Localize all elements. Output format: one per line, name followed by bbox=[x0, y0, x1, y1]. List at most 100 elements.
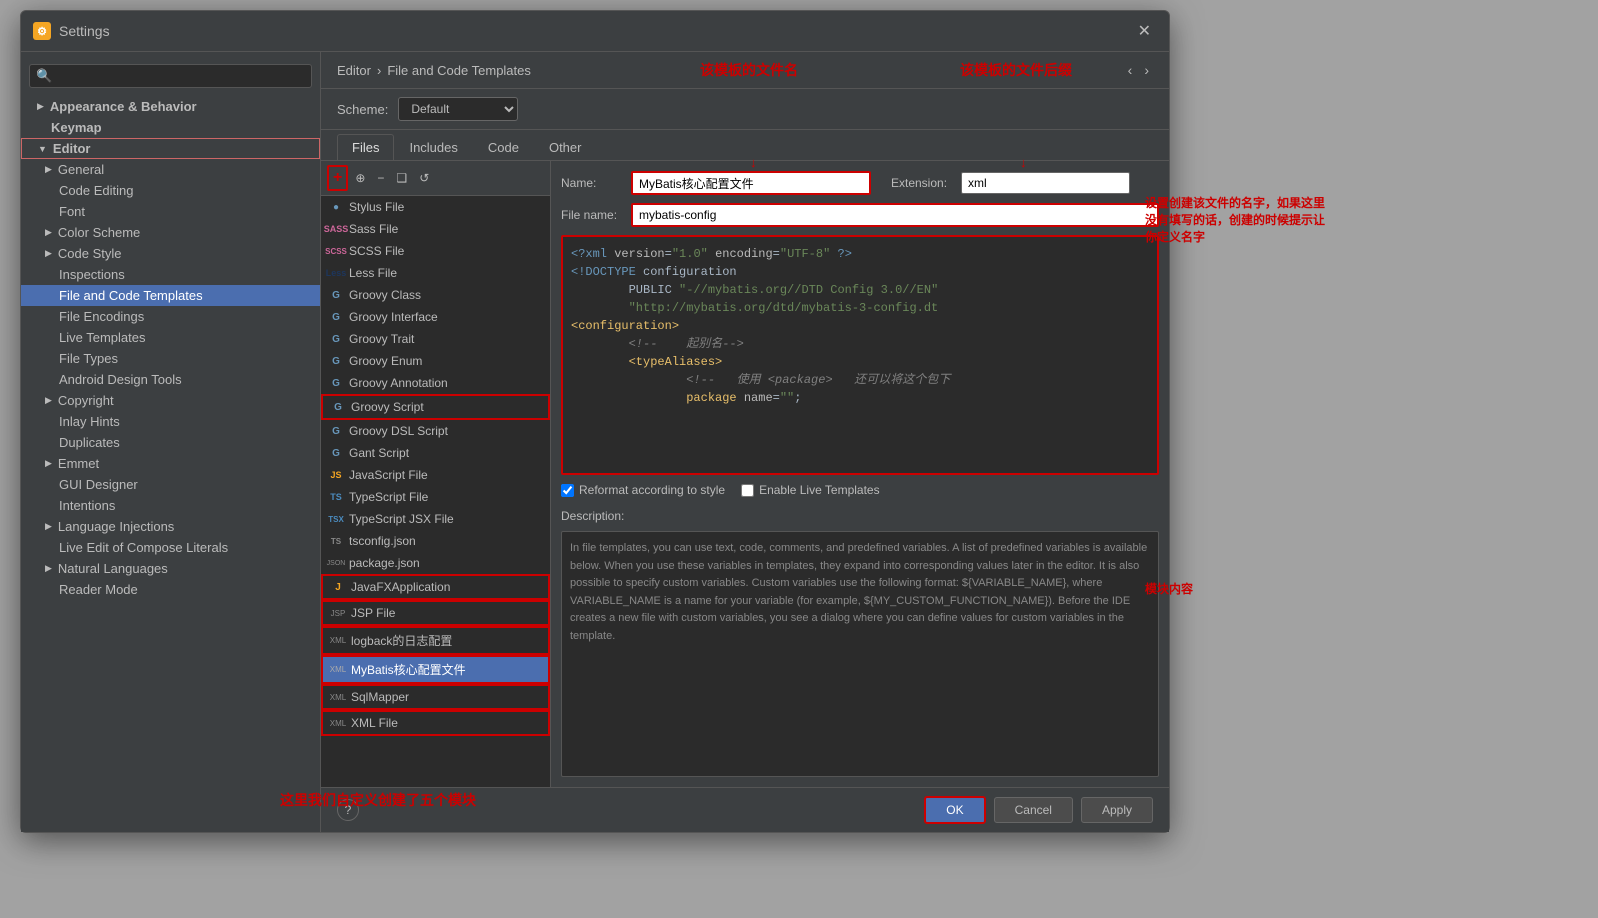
main-panel: Editor › File and Code Templates ‹ › Sch… bbox=[321, 52, 1169, 832]
file-item-typescript-jsx[interactable]: TSX TypeScript JSX File bbox=[321, 508, 550, 530]
cancel-button[interactable]: Cancel bbox=[994, 797, 1073, 823]
sidebar-item-reader-mode[interactable]: Reader Mode bbox=[21, 579, 320, 600]
sidebar-item-general[interactable]: ▶ General bbox=[21, 159, 320, 180]
sidebar-item-gui-designer[interactable]: GUI Designer bbox=[21, 474, 320, 495]
sidebar-item-code-style[interactable]: ▶ Code Style bbox=[21, 243, 320, 264]
file-item-groovy-script[interactable]: G Groovy Script bbox=[321, 394, 550, 420]
sidebar-item-label: Editor bbox=[53, 141, 91, 156]
file-name-groovy-enum: Groovy Enum bbox=[349, 354, 422, 368]
name-input[interactable] bbox=[631, 171, 871, 195]
file-item-gant[interactable]: G Gant Script bbox=[321, 442, 550, 464]
live-templates-checkbox[interactable] bbox=[741, 484, 754, 497]
file-item-groovy-enum[interactable]: G Groovy Enum bbox=[321, 350, 550, 372]
live-templates-label[interactable]: Enable Live Templates bbox=[741, 483, 880, 497]
sidebar-item-inspections[interactable]: Inspections bbox=[21, 264, 320, 285]
reformat-checkbox[interactable] bbox=[561, 484, 574, 497]
file-icon-javascript: JS bbox=[329, 468, 343, 482]
sidebar-item-inlay-hints[interactable]: Inlay Hints bbox=[21, 411, 320, 432]
file-item-typescript[interactable]: TS TypeScript File bbox=[321, 486, 550, 508]
file-item-javascript[interactable]: JS JavaScript File bbox=[321, 464, 550, 486]
file-name-jsp: JSP File bbox=[351, 606, 395, 620]
remove-template-button[interactable]: − bbox=[372, 165, 389, 191]
sidebar-item-android-design[interactable]: Android Design Tools bbox=[21, 369, 320, 390]
sidebar-item-duplicates[interactable]: Duplicates bbox=[21, 432, 320, 453]
file-item-groovy-dsl[interactable]: G Groovy DSL Script bbox=[321, 420, 550, 442]
file-item-logback[interactable]: XML logback的日志配置 bbox=[321, 626, 550, 655]
file-item-xml[interactable]: XML XML File bbox=[321, 710, 550, 736]
file-item-sass[interactable]: SASS Sass File bbox=[321, 218, 550, 240]
search-icon: 🔍 bbox=[36, 68, 52, 84]
tab-other[interactable]: Other bbox=[534, 134, 597, 160]
file-icon-logback: XML bbox=[331, 634, 345, 648]
sidebar-item-live-edit[interactable]: Live Edit of Compose Literals bbox=[21, 537, 320, 558]
file-item-groovy-trait[interactable]: G Groovy Trait bbox=[321, 328, 550, 350]
sidebar-item-file-encodings[interactable]: File Encodings bbox=[21, 306, 320, 327]
search-box[interactable]: 🔍 bbox=[29, 64, 312, 88]
file-item-tsconfig[interactable]: TS tsconfig.json bbox=[321, 530, 550, 552]
tab-includes[interactable]: Includes bbox=[394, 134, 472, 160]
scheme-row: Scheme: Default Project bbox=[321, 89, 1169, 130]
sidebar-item-keymap[interactable]: Keymap bbox=[21, 117, 320, 138]
file-item-package-json[interactable]: JSON package.json bbox=[321, 552, 550, 574]
sidebar-item-intentions[interactable]: Intentions bbox=[21, 495, 320, 516]
tab-files[interactable]: Files bbox=[337, 134, 394, 160]
dialog-body: 🔍 ▶ Appearance & Behavior Keymap ▼ Edito… bbox=[21, 52, 1169, 832]
file-name-javafx: JavaFXApplication bbox=[351, 580, 450, 594]
forward-button[interactable]: › bbox=[1140, 60, 1153, 80]
sidebar-item-emmet[interactable]: ▶ Emmet bbox=[21, 453, 320, 474]
file-item-mybatis[interactable]: XML MyBatis核心配置文件 bbox=[321, 655, 550, 684]
sidebar-item-label: Duplicates bbox=[59, 435, 120, 450]
sidebar-item-appearance[interactable]: ▶ Appearance & Behavior bbox=[21, 96, 320, 117]
file-item-jsp[interactable]: JSP JSP File bbox=[321, 600, 550, 626]
extension-input[interactable] bbox=[961, 172, 1130, 194]
sidebar-item-font[interactable]: Font bbox=[21, 201, 320, 222]
reformat-label[interactable]: Reformat according to style bbox=[561, 483, 725, 497]
tab-code[interactable]: Code bbox=[473, 134, 534, 160]
file-item-javafx[interactable]: J JavaFXApplication bbox=[321, 574, 550, 600]
sidebar-item-file-types[interactable]: File Types bbox=[21, 348, 320, 369]
file-item-scss[interactable]: SCSS SCSS File bbox=[321, 240, 550, 262]
sidebar-item-label: File and Code Templates bbox=[59, 288, 203, 303]
sidebar-item-label: Natural Languages bbox=[58, 561, 168, 576]
sidebar-item-file-code-templates[interactable]: File and Code Templates bbox=[21, 285, 320, 306]
apply-button[interactable]: Apply bbox=[1081, 797, 1153, 823]
sidebar-item-editor[interactable]: ▼ Editor bbox=[21, 138, 320, 159]
file-item-groovy-interface[interactable]: G Groovy Interface bbox=[321, 306, 550, 328]
file-item-groovy-annotation[interactable]: G Groovy Annotation bbox=[321, 372, 550, 394]
sidebar-item-label: Copyright bbox=[58, 393, 114, 408]
sidebar-item-copyright[interactable]: ▶ Copyright bbox=[21, 390, 320, 411]
file-item-stylus[interactable]: ● Stylus File bbox=[321, 196, 550, 218]
file-item-groovy-class[interactable]: G Groovy Class bbox=[321, 284, 550, 306]
breadcrumb-bar: Editor › File and Code Templates ‹ › bbox=[321, 52, 1169, 89]
scheme-select[interactable]: Default Project bbox=[398, 97, 518, 121]
sidebar-item-language-injections[interactable]: ▶ Language Injections bbox=[21, 516, 320, 537]
sidebar-item-color-scheme[interactable]: ▶ Color Scheme bbox=[21, 222, 320, 243]
file-list: + ⊕ − ❑ ↺ ● Stylus File S bbox=[321, 161, 551, 787]
ok-button[interactable]: OK bbox=[924, 796, 985, 824]
sidebar-item-label: Inlay Hints bbox=[59, 414, 120, 429]
add-template-button[interactable]: + bbox=[327, 165, 348, 191]
copy-template-button[interactable]: ⊕ bbox=[350, 165, 370, 191]
file-icon-sqlmapper: XML bbox=[331, 690, 345, 704]
file-item-sqlmapper[interactable]: XML SqlMapper bbox=[321, 684, 550, 710]
description-text: In file templates, you can use text, cod… bbox=[570, 542, 1147, 642]
sidebar-item-natural-languages[interactable]: ▶ Natural Languages bbox=[21, 558, 320, 579]
close-button[interactable]: ✕ bbox=[1132, 19, 1157, 43]
filename-row: File name: bbox=[561, 203, 1159, 227]
help-button[interactable]: ? bbox=[337, 799, 359, 821]
filename-input[interactable] bbox=[631, 203, 1159, 227]
tabs-bar: Files Includes Code Other bbox=[321, 130, 1169, 161]
search-input[interactable] bbox=[56, 69, 305, 83]
file-icon-scss: SCSS bbox=[329, 244, 343, 258]
code-editor[interactable]: <?xml version="1.0" encoding="UTF-8" ?> … bbox=[561, 235, 1159, 475]
file-icon-groovy-script: G bbox=[331, 400, 345, 414]
file-item-less[interactable]: Less Less File bbox=[321, 262, 550, 284]
duplicate-template-button[interactable]: ❑ bbox=[391, 165, 412, 191]
back-button[interactable]: ‹ bbox=[1124, 60, 1137, 80]
sidebar-item-label: Intentions bbox=[59, 498, 115, 513]
sidebar-item-live-templates[interactable]: Live Templates bbox=[21, 327, 320, 348]
sidebar-item-label: Appearance & Behavior bbox=[50, 99, 197, 114]
sidebar-item-code-editing[interactable]: Code Editing bbox=[21, 180, 320, 201]
file-icon-jsp: JSP bbox=[331, 606, 345, 620]
reset-template-button[interactable]: ↺ bbox=[414, 165, 434, 191]
